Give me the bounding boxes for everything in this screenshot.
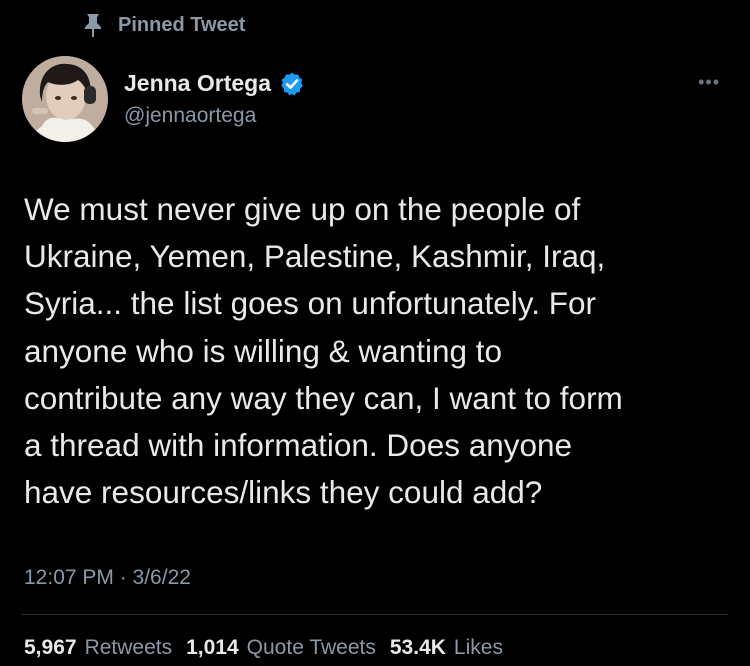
verified-badge-icon — [279, 71, 305, 97]
tweet-text: We must never give up on the people of U… — [24, 191, 623, 511]
quote-tweets-label: Quote Tweets — [246, 636, 376, 659]
author-name-row[interactable]: Jenna Ortega — [124, 70, 305, 97]
likes-label: Likes — [453, 636, 503, 659]
author-handle[interactable]: @jennaortega — [124, 104, 256, 128]
pinned-tweet-label: Pinned Tweet — [118, 13, 246, 36]
display-name[interactable]: Jenna Ortega — [124, 70, 271, 97]
quote-tweets-stat[interactable]: 1,014 Quote Tweets — [186, 636, 376, 660]
avatar[interactable] — [22, 56, 108, 142]
more-options-icon[interactable]: ••• — [698, 72, 720, 93]
quote-tweets-count: 1,014 — [186, 636, 239, 659]
pinned-tweet-indicator: Pinned Tweet — [82, 12, 245, 38]
likes-stat[interactable]: 53.4K Likes — [390, 636, 503, 660]
retweets-stat[interactable]: 5,967 Retweets — [24, 636, 172, 660]
tweet-timestamp[interactable]: 12:07 PM · 3/6/22 — [24, 566, 191, 590]
likes-count: 53.4K — [389, 636, 446, 659]
pin-icon — [82, 12, 104, 38]
tweet-stats: 5,967 Retweets 1,014 Quote Tweets 53.4K … — [24, 636, 503, 660]
retweets-label: Retweets — [84, 636, 173, 659]
retweets-count: 5,967 — [24, 636, 77, 659]
divider — [22, 614, 728, 615]
